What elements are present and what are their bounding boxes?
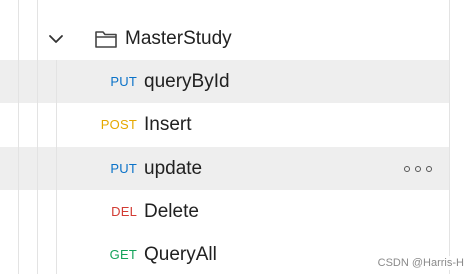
request-name: QueryAll: [144, 244, 217, 265]
folder-row-masterstudy[interactable]: MasterStudy: [0, 17, 450, 60]
request-row-querybyid[interactable]: PUT queryById: [0, 60, 450, 103]
folder-name: MasterStudy: [125, 28, 232, 49]
previous-item-row: [0, 0, 450, 16]
request-name: Insert: [144, 114, 192, 135]
request-name: Delete: [144, 201, 199, 222]
folder-icon: [95, 31, 117, 48]
watermark: CSDN @Harris-H: [375, 256, 466, 270]
method-badge-post: POST: [100, 117, 137, 132]
collection-sidebar: MasterStudy PUT queryById POST Insert PU…: [0, 0, 450, 274]
request-name: update: [144, 158, 203, 179]
method-badge-put: PUT: [110, 74, 137, 89]
more-options-icon[interactable]: [404, 163, 432, 175]
method-badge-put: PUT: [110, 161, 137, 176]
request-row-insert[interactable]: POST Insert: [0, 103, 450, 146]
method-badge-get: GET: [109, 247, 137, 262]
request-name: queryById: [144, 71, 230, 92]
method-badge-del: DEL: [111, 204, 137, 219]
request-row-delete[interactable]: DEL Delete: [0, 190, 450, 233]
request-row-update[interactable]: PUT update: [0, 147, 450, 190]
chevron-down-icon[interactable]: [46, 29, 66, 49]
